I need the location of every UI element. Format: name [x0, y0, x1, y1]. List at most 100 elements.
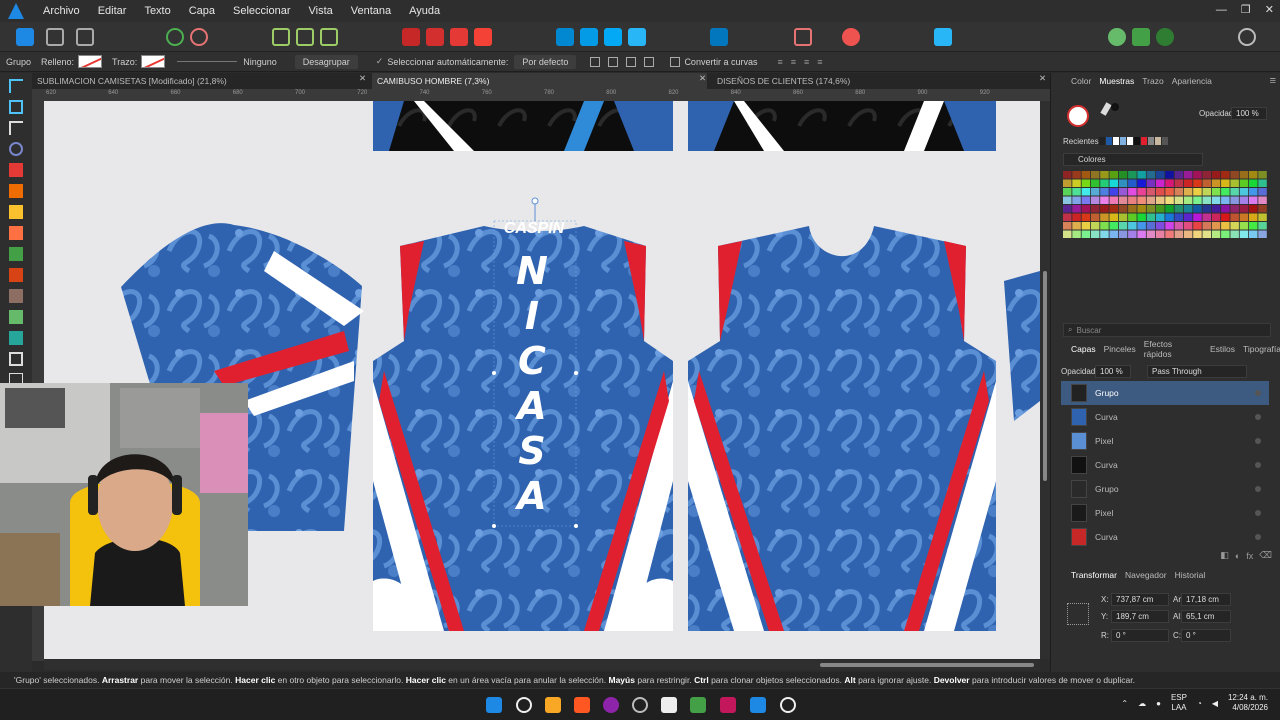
auto-select-checkbox[interactable]: ✓: [376, 56, 384, 67]
menu-ayuda[interactable]: Ayuda: [400, 5, 449, 17]
menu-capa[interactable]: Capa: [180, 5, 224, 17]
menu-archivo[interactable]: Archivo: [34, 5, 89, 17]
crop-tool-icon[interactable]: [9, 352, 23, 366]
recent-swatches[interactable]: [1099, 137, 1168, 145]
menu-editar[interactable]: Editar: [89, 5, 136, 17]
network-icon[interactable]: ☁: [1138, 699, 1146, 708]
menu-ventana[interactable]: Ventana: [342, 5, 400, 17]
designer-persona-icon[interactable]: [16, 28, 34, 46]
fill-swatch[interactable]: [78, 55, 103, 68]
assistant-icon[interactable]: [1108, 28, 1126, 46]
export-persona-icon[interactable]: [76, 28, 94, 46]
tab-efectos[interactable]: Efectos rápidos: [1144, 339, 1202, 359]
horizontal-ruler[interactable]: 620 640 660 680 700 720 740 760 780 800 820 840 860 8…: [32, 89, 1050, 101]
tab-transformar[interactable]: Transformar: [1071, 570, 1117, 580]
search-field[interactable]: ⌕ Buscar: [1063, 323, 1271, 337]
tab-pinceles[interactable]: Pinceles: [1104, 344, 1136, 354]
node-tool-icon[interactable]: [9, 121, 23, 135]
maximize-button[interactable]: ❐: [1241, 3, 1251, 16]
user-account-icon[interactable]: [1238, 28, 1256, 46]
convert-curves-icon[interactable]: [670, 56, 681, 67]
y-field[interactable]: 189,7 cm: [1111, 610, 1169, 623]
x-field[interactable]: 737,87 cm: [1111, 593, 1169, 606]
snap-icon[interactable]: [190, 28, 208, 46]
swatch-grid[interactable]: [1063, 171, 1269, 243]
convert-to-curves-button[interactable]: Convertir a curvas: [684, 57, 757, 67]
shear-field[interactable]: 0 °: [1181, 629, 1231, 642]
layer-row[interactable]: Grupo: [1061, 477, 1269, 501]
flip-horizontal-icon[interactable]: [556, 28, 574, 46]
rotation-field[interactable]: 0 °: [1111, 629, 1169, 642]
opacity-field[interactable]: 100 %: [1231, 107, 1267, 120]
stroke-width-slider[interactable]: [177, 61, 238, 62]
menu-vista[interactable]: Vista: [300, 5, 342, 17]
boolean-xor-icon[interactable]: [474, 28, 492, 46]
corner-tool-icon[interactable]: [9, 142, 23, 156]
windows-start-icon[interactable]: [486, 697, 502, 713]
vertical-scrollbar[interactable]: [1040, 101, 1050, 659]
notepad-icon[interactable]: [661, 697, 677, 713]
transform-origin-icon[interactable]: [590, 56, 601, 67]
clock[interactable]: 12:24 a. m. 4/08/2026: [1228, 693, 1268, 713]
stroke-swatch[interactable]: [141, 55, 166, 68]
h-field[interactable]: 65,1 cm: [1181, 610, 1231, 623]
mic-icon[interactable]: ●: [1156, 699, 1161, 708]
menu-seleccionar[interactable]: Seleccionar: [224, 5, 299, 17]
layer-row[interactable]: Grupo: [1061, 381, 1269, 405]
ungroup-button[interactable]: Desagrupar: [294, 54, 358, 69]
tab-muestras[interactable]: Muestras: [1099, 76, 1134, 86]
file-explorer-icon[interactable]: [545, 697, 561, 713]
wifi-icon[interactable]: ◔: [1197, 699, 1202, 708]
anchor-grid-icon[interactable]: [1067, 603, 1089, 625]
close-tab-icon[interactable]: ✕: [359, 73, 366, 84]
layer-row[interactable]: Pixel: [1061, 429, 1269, 453]
tab-navegador[interactable]: Navegador: [1125, 570, 1167, 580]
preferences-icon[interactable]: [1156, 28, 1174, 46]
fit-icon[interactable]: [608, 56, 619, 67]
transparency-tool-icon[interactable]: [9, 289, 23, 303]
mask-icon[interactable]: ◧: [1220, 550, 1229, 561]
eyedropper-tool-icon[interactable]: [9, 268, 23, 282]
panel-menu-icon[interactable]: ≡: [1270, 75, 1276, 87]
place-image-tool-icon[interactable]: [9, 331, 23, 345]
layers-panel-icon[interactable]: [934, 28, 952, 46]
adjustment-icon[interactable]: ◐: [1235, 551, 1240, 561]
close-tab-icon[interactable]: ✕: [1039, 73, 1046, 84]
app-icon[interactable]: [690, 697, 706, 713]
layer-row[interactable]: Pixel: [1061, 501, 1269, 525]
pen-tool-icon[interactable]: [9, 163, 23, 177]
boolean-intersect-icon[interactable]: [450, 28, 468, 46]
obs-icon[interactable]: [632, 697, 648, 713]
w-field[interactable]: 17,18 cm: [1181, 593, 1231, 606]
tab-capas[interactable]: Capas: [1071, 344, 1096, 354]
brave-browser-icon[interactable]: [574, 697, 590, 713]
move-tool-icon[interactable]: [9, 79, 23, 93]
tab-color[interactable]: Color: [1071, 76, 1091, 86]
flip-vertical-icon[interactable]: [580, 28, 598, 46]
layers-opacity-field[interactable]: 100 %: [1095, 365, 1131, 378]
delete-icon[interactable]: ⌫: [1259, 550, 1272, 561]
affinity-designer-icon[interactable]: [750, 697, 766, 713]
rotate-left-icon[interactable]: [604, 28, 622, 46]
layer-row[interactable]: Curva: [1061, 453, 1269, 477]
close-tab-icon[interactable]: ✕: [699, 73, 706, 84]
affinity-photo-icon[interactable]: [720, 697, 736, 713]
horizontal-scrollbar[interactable]: [44, 660, 1040, 670]
fx-icon[interactable]: fx: [1246, 551, 1253, 561]
layer-row[interactable]: Curva: [1061, 525, 1269, 549]
auto-select-dropdown[interactable]: Por defecto: [514, 54, 577, 69]
tab-sublimacion[interactable]: SUBLIMACION CAMISETAS [Modificado] (21,8…: [32, 73, 367, 89]
artboard-tool-icon[interactable]: [9, 100, 23, 114]
jersey-vertical-text[interactable]: NICASA: [512, 249, 552, 529]
tab-historial[interactable]: Historial: [1175, 570, 1206, 580]
palette-dropdown[interactable]: Colores: [1063, 153, 1203, 166]
search-taskbar-icon[interactable]: [516, 697, 532, 713]
layer-row[interactable]: Curva: [1061, 405, 1269, 429]
tab-estilos[interactable]: Estilos: [1210, 344, 1235, 354]
tab-apariencia[interactable]: Apariencia: [1172, 76, 1212, 86]
tab-trazo[interactable]: Trazo: [1142, 76, 1163, 86]
align-left-icon[interactable]: [710, 28, 728, 46]
eyedropper-icon[interactable]: [1100, 102, 1112, 116]
align-icon[interactable]: [272, 28, 290, 46]
grid-persona-icon[interactable]: [46, 28, 64, 46]
